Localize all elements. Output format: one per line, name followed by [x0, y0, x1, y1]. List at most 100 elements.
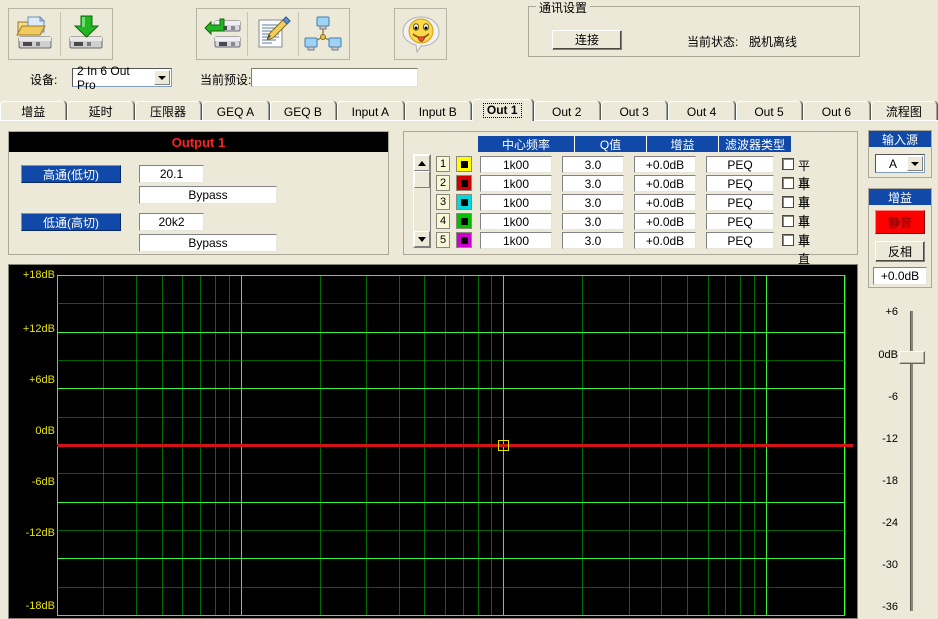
grid-line-horizontal [57, 558, 845, 559]
save-file-button[interactable] [61, 10, 111, 58]
tab-flowchart[interactable]: 流程图 [870, 101, 938, 121]
fader-tick-label: -30 [882, 559, 898, 571]
peq-row-number[interactable]: 3 [436, 194, 450, 210]
tab-out-5[interactable]: Out 5 [735, 101, 803, 121]
lowpass-freq-value[interactable]: 20k2 [139, 213, 204, 231]
connect-button[interactable]: 连接 [552, 30, 622, 50]
mute-button[interactable]: 静音 [875, 210, 925, 234]
grid-line-horizontal [57, 530, 845, 531]
edit-notes-button[interactable] [248, 10, 297, 58]
peq-scroll-down-button[interactable] [414, 231, 430, 247]
output-title: Output 1 [9, 132, 388, 152]
about-button[interactable] [396, 10, 445, 58]
input-source-select[interactable]: A [875, 154, 925, 173]
peq-row-color-swatch[interactable] [456, 213, 472, 229]
device-select[interactable]: 2 In 6 Out Pro [72, 64, 172, 92]
peq-q-value[interactable]: 3.0 [562, 213, 624, 230]
peq-row-number[interactable]: 4 [436, 213, 450, 229]
lowpass-mode-value[interactable]: Bypass [139, 234, 277, 252]
peq-row-number[interactable]: 1 [436, 156, 450, 172]
peq-row-number[interactable]: 2 [436, 175, 450, 191]
peq-freq-value[interactable]: 1k00 [480, 213, 552, 230]
peq-type-value[interactable]: PEQ [706, 156, 774, 173]
peq-gain-value[interactable]: +0.0dB [634, 194, 696, 211]
peq-flat-checkbox[interactable] [782, 158, 794, 170]
peq-scroll-thumb[interactable] [414, 171, 430, 188]
tab-out-2[interactable]: Out 2 [533, 101, 600, 121]
peq-scrollbar[interactable] [413, 154, 431, 248]
peq-gain-value[interactable]: +0.0dB [634, 156, 696, 173]
tab-out-1[interactable]: Out 1 [471, 99, 533, 121]
peq-row-color-swatch[interactable] [456, 175, 472, 191]
fader-tick-label: -24 [882, 517, 898, 529]
highpass-mode-value[interactable]: Bypass [139, 186, 277, 204]
peq-type-value[interactable]: PEQ [706, 213, 774, 230]
peq-freq-value[interactable]: 1k00 [480, 175, 552, 192]
chevron-down-icon[interactable] [154, 70, 170, 85]
y-axis-label: -18dB [25, 600, 55, 612]
tab-gain[interactable]: 增益 [0, 101, 67, 121]
peq-row-color-swatch[interactable] [456, 194, 472, 210]
device-label: 设备: [30, 73, 58, 87]
tab-geq-b[interactable]: GEQ B [269, 101, 337, 121]
gain-fader-thumb[interactable] [899, 351, 925, 364]
preset-input[interactable] [251, 68, 418, 87]
toolbar-about-group [394, 8, 447, 60]
peq-type-value[interactable]: PEQ [706, 175, 774, 192]
main-panel: Output 1 高通(低切) 20.1 Bypass 低通(高切) 20k2 … [0, 121, 938, 619]
peq-q-value[interactable]: 3.0 [562, 194, 624, 211]
peq-flat-checkbox[interactable] [782, 196, 794, 208]
toolbar-device-group [196, 8, 350, 60]
peq-flat-checkbox[interactable] [782, 215, 794, 227]
peq-gain-value[interactable]: +0.0dB [634, 213, 696, 230]
smiley-icon [401, 16, 440, 54]
input-source-header: 输入源 [869, 131, 931, 147]
eq-response-graph[interactable]: +18dB +12dB +6dB 0dB -6dB -12dB -18dB [8, 264, 858, 619]
peq-band-handle[interactable] [498, 440, 509, 451]
save-file-icon [69, 15, 103, 49]
peq-freq-value[interactable]: 1k00 [480, 194, 552, 211]
highpass-button[interactable]: 高通(低切) [21, 165, 121, 183]
peq-type-value[interactable]: PEQ [706, 194, 774, 211]
peq-gain-value[interactable]: +0.0dB [634, 175, 696, 192]
chevron-down-icon[interactable] [907, 156, 923, 171]
lowpass-button[interactable]: 低通(高切) [21, 213, 121, 231]
peq-row-number[interactable]: 5 [436, 232, 450, 248]
gain-value[interactable]: +0.0dB [873, 267, 927, 285]
fader-tick-label: -12 [882, 433, 898, 445]
peq-col-type: 滤波器类型 [719, 136, 791, 152]
gain-fader[interactable]: +6 0dB -6 -12 -18 -24 -30 -36 [866, 293, 938, 619]
tab-delay[interactable]: 延时 [67, 101, 134, 121]
peq-col-q: Q值 [575, 136, 647, 152]
tab-input-b[interactable]: Input B [404, 101, 471, 121]
invert-phase-button[interactable]: 反相 [875, 241, 925, 262]
device-row: 设备: 2 In 6 Out Pro 当前预设: [0, 64, 938, 94]
peq-scroll-up-button[interactable] [414, 155, 430, 171]
peq-row-color-swatch[interactable] [456, 232, 472, 248]
tab-input-a[interactable]: Input A [337, 101, 404, 121]
peq-freq-value[interactable]: 1k00 [480, 232, 552, 249]
tab-geq-a[interactable]: GEQ A [202, 101, 269, 121]
peq-freq-value[interactable]: 1k00 [480, 156, 552, 173]
network-button[interactable] [299, 10, 348, 58]
peq-q-value[interactable]: 3.0 [562, 156, 624, 173]
tab-out-6[interactable]: Out 6 [803, 101, 870, 121]
device-transfer-button[interactable] [198, 10, 247, 58]
highpass-freq-value[interactable]: 20.1 [139, 165, 204, 183]
peq-flat-checkbox[interactable] [782, 234, 794, 246]
peq-q-value[interactable]: 3.0 [562, 175, 624, 192]
tab-limiter[interactable]: 压限器 [134, 101, 202, 121]
grid-line-horizontal [57, 275, 845, 276]
peq-type-value[interactable]: PEQ [706, 232, 774, 249]
tab-out-3[interactable]: Out 3 [600, 101, 668, 121]
peq-gain-value[interactable]: +0.0dB [634, 232, 696, 249]
y-axis-label: +6dB [29, 374, 55, 386]
grid-line-horizontal [57, 332, 845, 333]
eq-zero-db-curve [57, 444, 853, 447]
peq-q-value[interactable]: 3.0 [562, 232, 624, 249]
open-file-button[interactable] [10, 10, 60, 58]
peq-flat-checkbox[interactable] [782, 177, 794, 189]
tab-out-4[interactable]: Out 4 [668, 101, 735, 121]
peq-row-color-swatch[interactable] [456, 156, 472, 172]
y-axis-label: -12dB [25, 527, 55, 539]
